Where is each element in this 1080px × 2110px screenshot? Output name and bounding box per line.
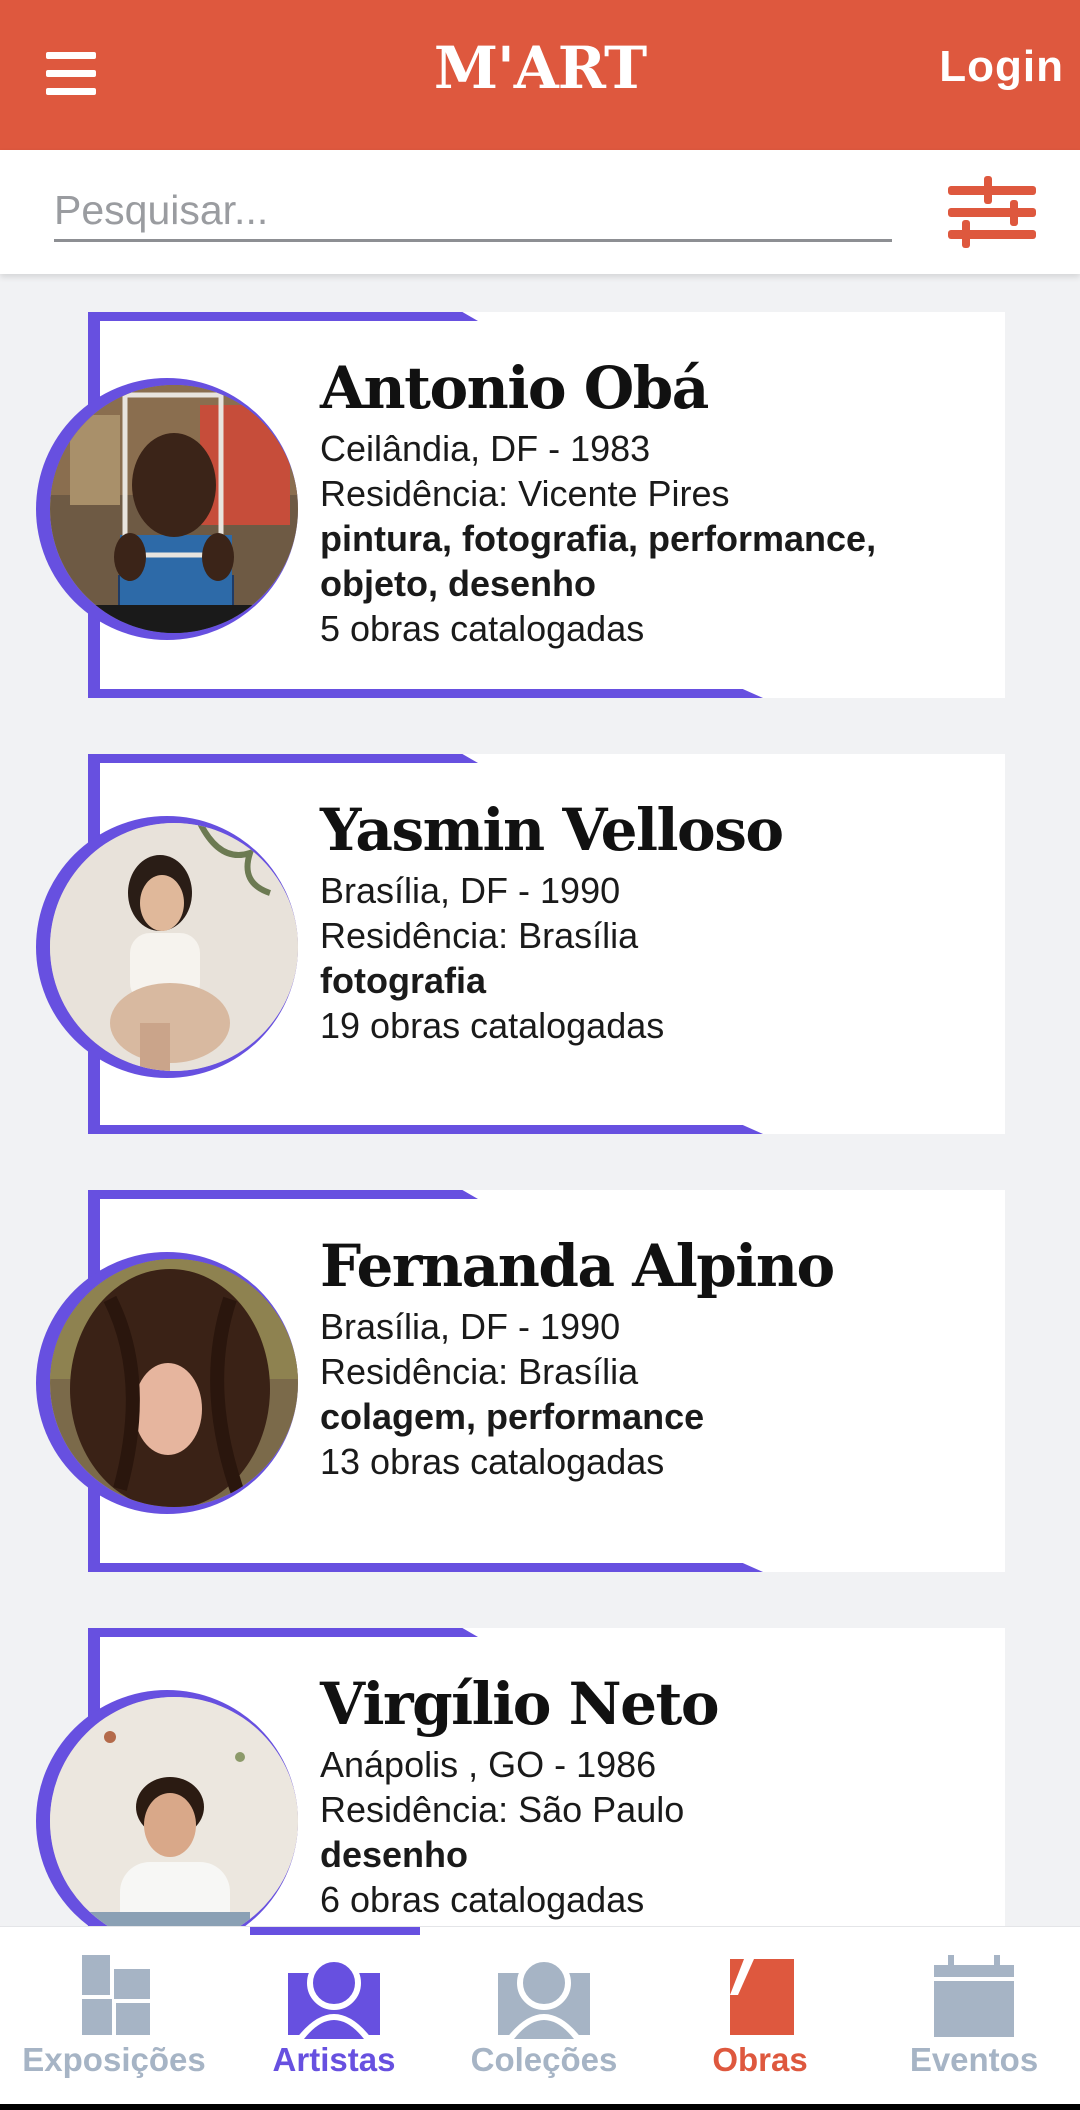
artist-origin: Ceilândia, DF - 1983 [320,428,651,469]
artist-residence: Residência: Brasília [320,1351,639,1392]
artist-residence: Residência: Brasília [320,915,639,956]
artist-origin: Brasília, DF - 1990 [320,1306,621,1347]
artist-residence: Residência: Vicente Pires [320,473,730,514]
person-icon [498,1956,590,2039]
artist-works-count: 13 obras catalogadas [320,1441,665,1482]
bottom-navigation: Exposições Artistas Coleções Obras Event… [0,1926,1080,2110]
nav-tab-exposicoes[interactable]: Exposições [6,1927,222,2110]
artist-media: pintura, fotografia, performance, [320,518,877,559]
artist-card[interactable]: Fernanda Alpino Brasília, DF - 1990 Resi… [0,1190,1080,1572]
artist-origin: Anápolis , GO - 1986 [320,1744,657,1785]
nav-label: Artistas [272,2041,396,2078]
artist-name: Virgílio Neto [320,1670,720,1738]
artist-list: Antonio Obá Ceilândia, DF - 1983 Residên… [0,274,1080,1926]
artist-works-count: 5 obras catalogadas [320,608,645,649]
search-input[interactable] [54,182,892,242]
nav-tab-colecoes[interactable]: Coleções [436,1927,652,2110]
nav-tab-artistas[interactable]: Artistas [226,1927,442,2110]
app-header: M'ART Login [0,0,1080,150]
artist-media: colagem, performance [320,1396,705,1437]
app-logo: M'ART [433,34,647,102]
artist-works-count: 19 obras catalogadas [320,1005,665,1046]
nav-label: Obras [712,2041,808,2078]
artist-residence: Residência: São Paulo [320,1789,685,1830]
artist-media: desenho [320,1834,469,1875]
artist-origin: Brasília, DF - 1990 [320,870,621,911]
grid-icon [82,1955,150,2035]
artist-works-count: 6 obras catalogadas [320,1879,645,1920]
system-gesture-bar [0,2104,1080,2110]
artist-name: Antonio Obá [320,354,709,422]
nav-label: Coleções [470,2041,618,2078]
artist-name: Yasmin Velloso [320,796,784,864]
calendar-icon [934,1955,1014,2037]
nav-tab-eventos[interactable]: Eventos [866,1927,1080,2110]
artist-card[interactable]: Antonio Obá Ceilândia, DF - 1983 Residên… [0,312,1080,698]
artist-media: fotografia [320,960,486,1001]
nav-label: Eventos [909,2041,1039,2078]
artist-avatar [50,823,298,1071]
filter-icon[interactable] [946,172,1038,252]
artist-card[interactable]: Yasmin Velloso Brasília, DF - 1990 Resid… [0,754,1080,1134]
artist-card[interactable]: Virgílio Neto Anápolis , GO - 1986 Resid… [0,1628,1080,1926]
login-button[interactable]: Login [939,42,1064,92]
nav-tab-obras[interactable]: Obras [652,1927,868,2110]
artist-media: objeto, desenho [320,563,597,604]
search-bar [0,150,1080,274]
person-icon [288,1956,380,2039]
nav-label: Exposições [22,2041,206,2078]
artist-name: Fernanda Alpino [320,1232,835,1300]
artist-avatar [50,1259,298,1507]
artist-avatar [50,385,298,633]
canvas-icon [730,1959,794,2035]
